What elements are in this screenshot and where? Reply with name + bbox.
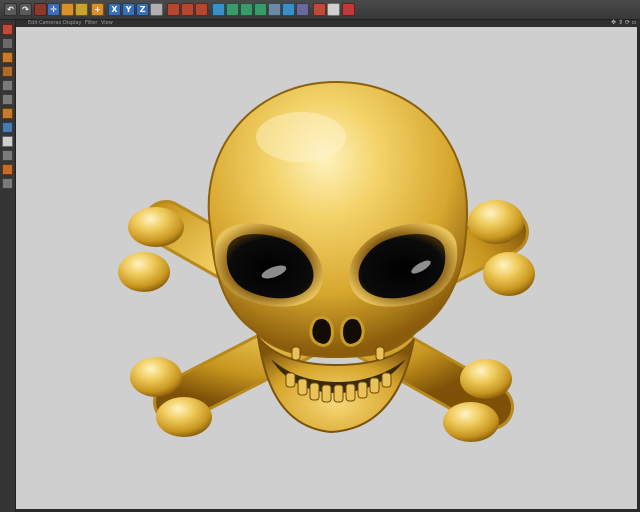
enable-axis-icon[interactable] <box>2 122 13 133</box>
menu-display[interactable]: Display <box>63 20 81 27</box>
spline-pen-icon[interactable] <box>226 3 239 16</box>
subdivision-icon[interactable] <box>240 3 253 16</box>
light-icon[interactable] <box>313 3 326 16</box>
make-editable-icon[interactable] <box>2 24 13 35</box>
camera-icon[interactable] <box>296 3 309 16</box>
floor-icon[interactable] <box>282 3 295 16</box>
deformer-icon[interactable] <box>268 3 281 16</box>
rotate-icon[interactable] <box>75 3 88 16</box>
solo-icon[interactable] <box>2 164 13 175</box>
quantize-icon[interactable] <box>2 178 13 189</box>
tag-icon[interactable] <box>342 3 355 16</box>
texture-mode-icon[interactable] <box>2 52 13 63</box>
z-axis-icon[interactable]: Z <box>136 3 149 16</box>
left-mode-palette <box>0 20 16 512</box>
viewport-menubar: Edit Cameras Display Filter View <box>16 20 640 27</box>
material-icon[interactable] <box>327 3 340 16</box>
render-view-icon[interactable] <box>167 3 180 16</box>
scale-icon[interactable] <box>61 3 74 16</box>
menu-view[interactable]: View <box>101 20 113 27</box>
menu-edit[interactable]: Edit <box>28 20 38 27</box>
undo-icon[interactable]: ↶ <box>4 3 17 16</box>
points-mode-icon[interactable] <box>2 80 13 91</box>
add-object-icon[interactable]: + <box>91 3 104 16</box>
polygons-mode-icon[interactable] <box>2 108 13 119</box>
pan-view-icon[interactable]: ✥ <box>611 20 616 26</box>
main-toolbar: ↶ ↷ ✛ + X Y Z <box>0 0 640 20</box>
render-picture-viewer-icon[interactable] <box>181 3 194 16</box>
3d-viewport[interactable] <box>16 27 637 509</box>
x-axis-icon[interactable]: X <box>108 3 121 16</box>
workplane-icon[interactable] <box>2 66 13 77</box>
toggle-view-icon[interactable]: ▫ <box>632 20 637 26</box>
rendered-skull-model <box>118 80 535 442</box>
menu-cameras[interactable]: Cameras <box>39 20 61 27</box>
redo-icon[interactable]: ↷ <box>19 3 32 16</box>
menu-filter[interactable]: Filter <box>85 20 97 27</box>
edges-mode-icon[interactable] <box>2 94 13 105</box>
array-icon[interactable] <box>254 3 267 16</box>
tweak-mode-icon[interactable] <box>2 136 13 147</box>
move-icon[interactable]: ✛ <box>47 3 60 16</box>
y-axis-icon[interactable]: Y <box>122 3 135 16</box>
viewport-navigation: ✥ ⇕ ⟳ ▫ <box>611 20 637 27</box>
cube-icon[interactable] <box>212 3 225 16</box>
live-selection-icon[interactable] <box>34 3 47 16</box>
model-mode-icon[interactable] <box>2 38 13 49</box>
render-settings-icon[interactable] <box>195 3 208 16</box>
zoom-view-icon[interactable]: ⇕ <box>618 20 623 26</box>
rotate-view-icon[interactable]: ⟳ <box>625 20 630 26</box>
snap-icon[interactable] <box>2 150 13 161</box>
coordinate-system-icon[interactable] <box>150 3 163 16</box>
